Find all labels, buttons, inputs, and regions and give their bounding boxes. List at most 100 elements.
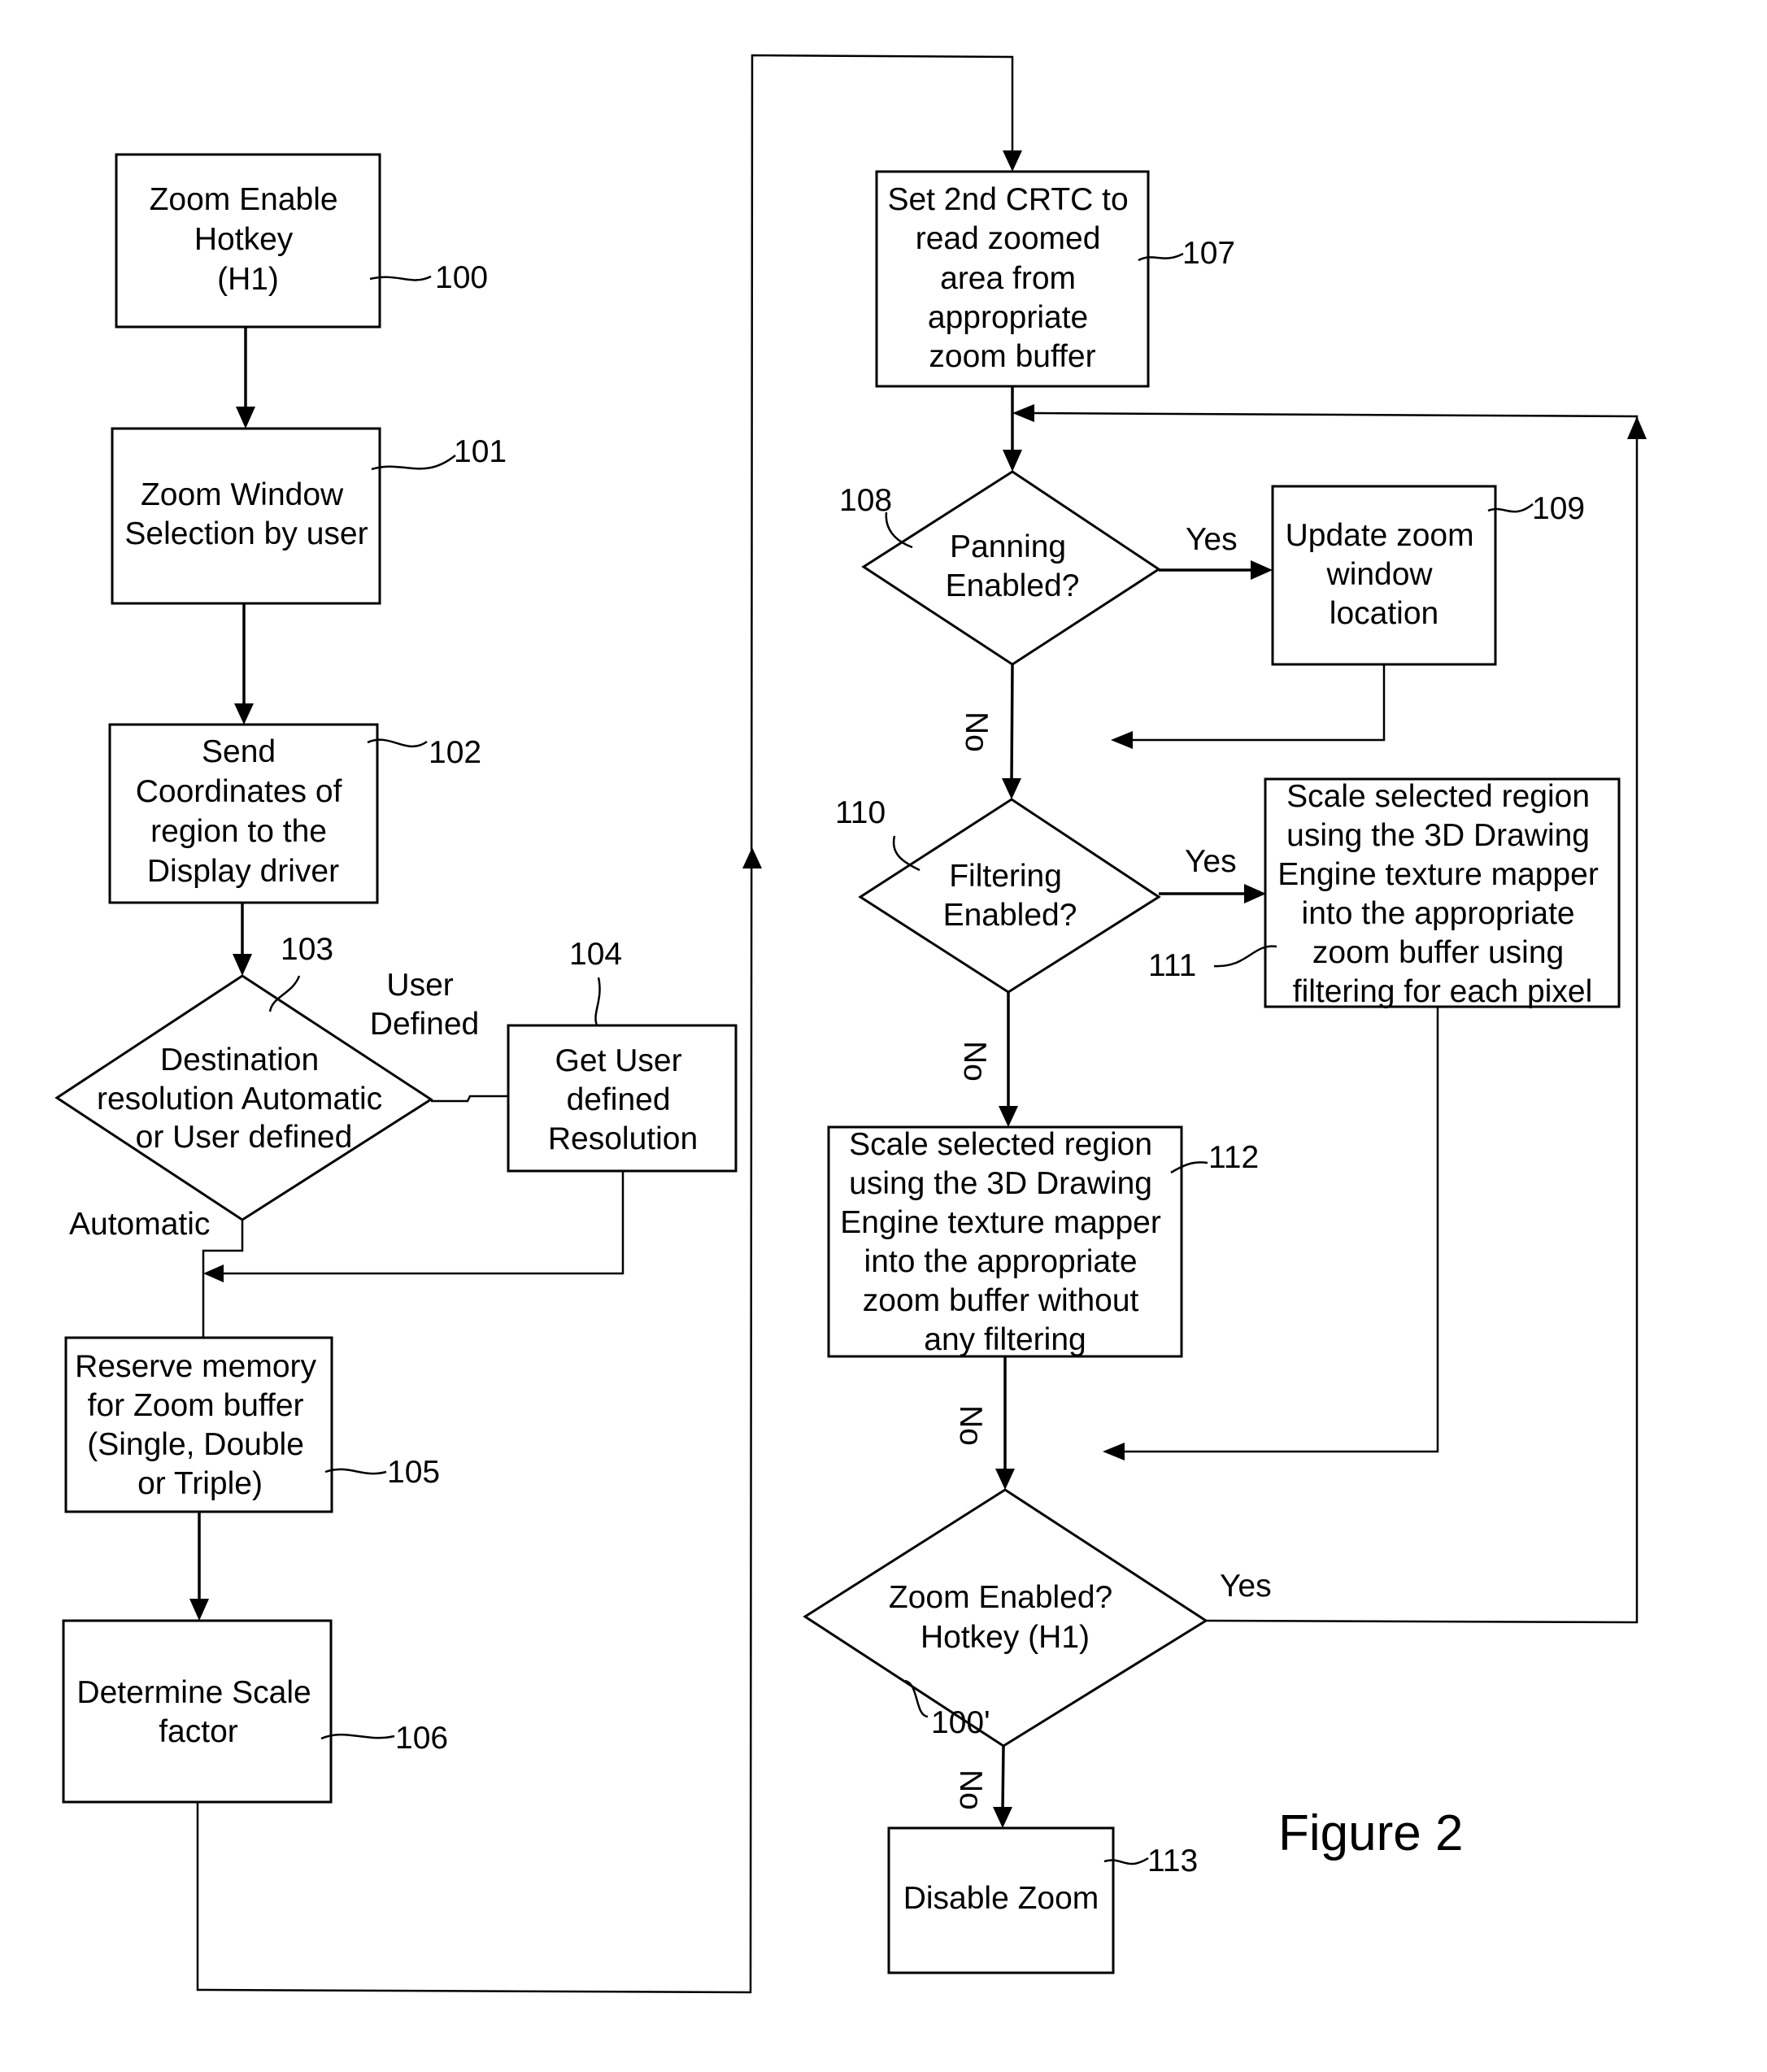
- node-text-line: Update zoom: [1286, 518, 1474, 553]
- connector-102-to-103: [233, 903, 252, 976]
- node-text-line: Coordinates of: [136, 774, 342, 809]
- node-text-line: zoom buffer without: [863, 1283, 1139, 1318]
- node-text-line: Resolution: [548, 1121, 698, 1156]
- node-text-line: Set 2nd CRTC to: [887, 182, 1128, 217]
- node-text-line: using the 3D Drawing: [1286, 818, 1590, 853]
- node-text-line: Enabled?: [943, 898, 1077, 933]
- arrowhead: [742, 847, 762, 868]
- reference-number: 104: [569, 937, 622, 972]
- connector-103-to-104: [431, 1095, 508, 1103]
- node-text-line: appropriate: [928, 300, 1088, 335]
- arrowhead: [236, 407, 255, 429]
- connector-105-to-106: [189, 1512, 209, 1621]
- connector-110-yes-to-111: Yes: [1159, 844, 1266, 903]
- node-text-line: or User defined: [136, 1120, 353, 1155]
- node-text-line: Filtering: [949, 859, 1062, 894]
- reference-number: 100': [931, 1705, 990, 1740]
- node-text-line: Get User: [555, 1043, 682, 1078]
- node-text-line: for Zoom buffer: [88, 1388, 304, 1423]
- edge-label-yes: Yes: [1186, 522, 1238, 557]
- edge-label-no: No: [959, 712, 994, 752]
- arrowhead: [993, 1807, 1012, 1828]
- node-text-line: (Single, Double: [87, 1427, 304, 1462]
- node-text-line: Zoom Enabled?: [889, 1580, 1112, 1615]
- edge-label-yes: Yes: [1220, 1569, 1272, 1604]
- arrowhead: [1251, 560, 1273, 580]
- edge-label-user-defined: User Defined: [370, 968, 479, 1042]
- node-text-line: into the appropriate: [1302, 896, 1575, 931]
- node-text-line: Enabled?: [946, 568, 1080, 603]
- arrowhead: [995, 1469, 1015, 1490]
- arrowhead: [999, 1106, 1018, 1127]
- node-text: Disable Zoom: [903, 1881, 1099, 1916]
- node-text-line: Destination: [160, 1043, 319, 1077]
- node-text-line: or Triple): [137, 1466, 263, 1501]
- edge-label-no: No: [953, 1405, 988, 1446]
- node-text-line: location: [1330, 596, 1438, 631]
- decision-100p-zoom-enabled-hotkey: Zoom Enabled? Hotkey (H1) 100': [803, 1488, 1208, 1748]
- arrowhead: [1012, 404, 1034, 422]
- node-105-reserve-memory: Reserve memory for Zoom buffer (Single, …: [64, 1336, 440, 1513]
- decision-110-filtering-enabled: Filtering Enabled? 110: [835, 795, 1161, 994]
- reference-number: 106: [395, 1721, 448, 1756]
- connector-100p-no-to-113: No: [953, 1745, 1012, 1828]
- node-text-line: Engine texture mapper: [1277, 857, 1599, 892]
- node-text-line: Send: [202, 734, 276, 769]
- connector-101-to-102: [234, 603, 254, 725]
- edge-label-automatic: Automatic: [69, 1207, 210, 1242]
- reference-number: 107: [1182, 236, 1235, 271]
- node-text-line: resolution Automatic: [97, 1082, 382, 1117]
- reference-number: 102: [429, 735, 481, 770]
- reference-number: 112: [1208, 1140, 1259, 1175]
- decision-diamond: [803, 1488, 1208, 1748]
- node-text-line: defined: [567, 1082, 671, 1117]
- arrowhead: [233, 954, 252, 976]
- arrowhead: [1627, 416, 1647, 439]
- node-text: Get User defined Resolution: [548, 1043, 698, 1156]
- edge-label-no: No: [953, 1769, 988, 1810]
- figure-title: Figure 2: [1278, 1805, 1463, 1861]
- process-box: [62, 1619, 333, 1804]
- arrowhead: [234, 703, 254, 725]
- connector-110-no-to-112: No: [957, 992, 1018, 1127]
- arrowhead: [1003, 450, 1022, 472]
- node-text-line: using the 3D Drawing: [849, 1166, 1152, 1201]
- node-text-line: zoom buffer using: [1312, 935, 1564, 970]
- node-text-line: window: [1326, 557, 1434, 592]
- connector-107-to-108: [1003, 386, 1022, 472]
- node-text-line: region to the: [150, 814, 327, 849]
- node-text-line: Panning: [950, 529, 1066, 564]
- node-106-determine-scale-factor: Determine Scale factor 106: [62, 1619, 448, 1804]
- reference-number: 105: [387, 1455, 440, 1490]
- edge-label-no: No: [957, 1041, 992, 1082]
- node-text-line: Engine texture mapper: [840, 1205, 1161, 1240]
- reference-number: 109: [1532, 491, 1585, 526]
- connector-108-yes-to-109: Yes: [1159, 522, 1273, 580]
- decision-108-panning-enabled: Panning Enabled? 108: [839, 470, 1161, 666]
- node-102-send-coordinates: Send Coordinates of region to the Displa…: [108, 723, 481, 904]
- reference-number: 108: [839, 483, 892, 518]
- edge-label-yes: Yes: [1185, 844, 1237, 879]
- node-text-line: Hotkey (H1): [920, 1620, 1090, 1655]
- node-109-update-zoom-window: Update zoom window location 109: [1271, 485, 1585, 666]
- reference-number: 100: [435, 260, 488, 295]
- reference-number: 113: [1147, 1843, 1198, 1878]
- node-text-line: Zoom Enable: [150, 182, 338, 217]
- arrowhead: [1111, 731, 1133, 749]
- arrowhead: [203, 1265, 224, 1282]
- node-text-line: Hotkey: [194, 222, 294, 257]
- node-text-line: read zoomed: [916, 221, 1101, 256]
- node-text-line: Reserve memory: [75, 1349, 316, 1384]
- node-text-line: Disable Zoom: [903, 1881, 1099, 1916]
- node-text-line: Scale selected region: [1286, 779, 1590, 814]
- arrowhead: [1003, 150, 1022, 172]
- reference-leader: [324, 1468, 387, 1475]
- node-113-disable-zoom: Disable Zoom 113: [887, 1826, 1198, 1974]
- reference-leader: [371, 455, 456, 471]
- node-text-line: Zoom Window: [141, 477, 344, 512]
- reference-number: 101: [454, 434, 507, 469]
- reference-leader: [594, 977, 601, 1026]
- node-text-line: area from: [940, 261, 1076, 296]
- node-text-line: zoom buffer: [929, 339, 1095, 374]
- connector-100-to-101: [236, 327, 255, 429]
